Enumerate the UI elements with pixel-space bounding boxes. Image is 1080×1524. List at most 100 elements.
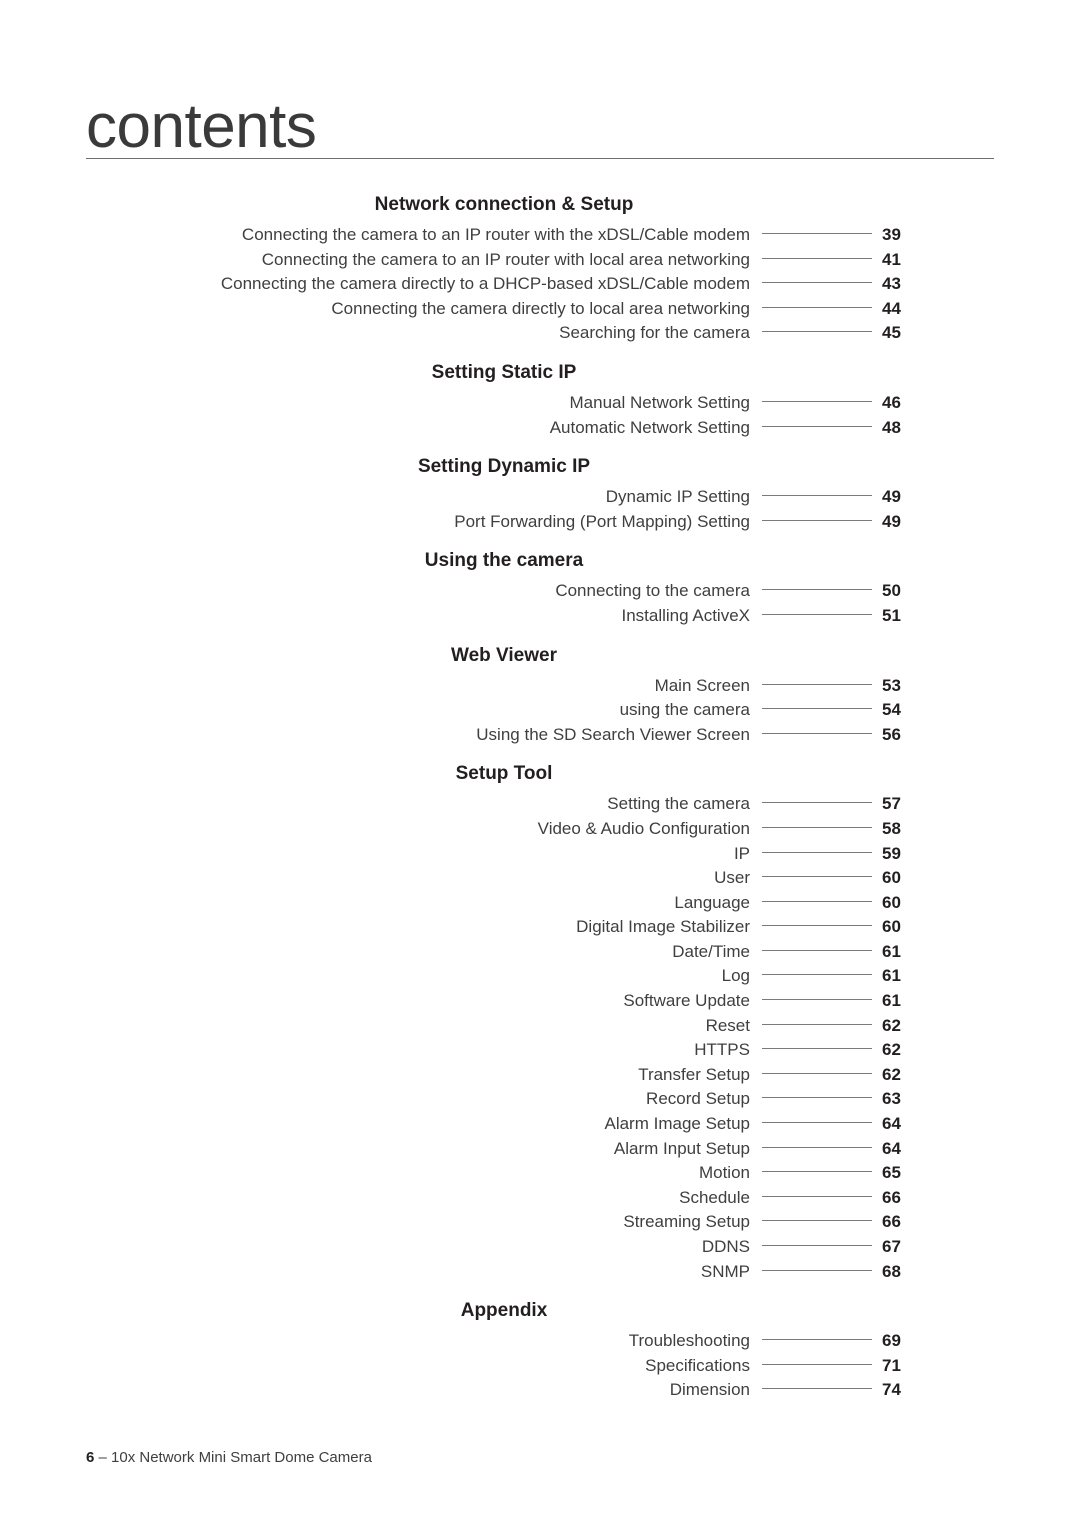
toc-leader-line [762,943,872,957]
toc-entry-page-number: 62 [882,1064,901,1084]
toc-entry-label: SNMP [700,1261,750,1281]
toc-entry[interactable]: Digital Image Stabilizer 60 [86,917,922,942]
toc-entry[interactable]: Software Update 61 [86,991,922,1016]
toc-entry[interactable]: Searching for the camera 45 [86,323,922,348]
toc-entry-page-number: 64 [882,1114,901,1134]
toc-entry-label: HTTPS [694,1040,750,1060]
toc-leader-line [762,419,872,433]
toc-entry-page-number: 45 [882,323,901,343]
toc-entry[interactable]: Language 60 [86,893,922,918]
toc-section-title: Setting Static IP [431,361,577,383]
toc-entry-page-number: 69 [882,1331,901,1351]
toc-entry[interactable]: SNMP 68 [86,1262,922,1287]
toc-leader-line [762,1238,872,1252]
toc-leader-line [762,513,872,527]
toc-section-title: Appendix [460,1300,548,1322]
toc-entry-label: using the camera [619,700,750,720]
toc-leader-line [762,1140,872,1154]
toc-entry[interactable]: DDNS 67 [86,1237,922,1262]
toc-leader-line [762,820,872,834]
toc-leader-line [762,1189,872,1203]
toc-entry[interactable]: Video & Audio Configuration 58 [86,819,922,844]
toc-entry[interactable]: Main Screen 53 [86,676,922,701]
toc-leader-line [762,1263,872,1277]
toc-section: Web Viewer Main Screen 53 using the camera 5… [86,631,994,750]
toc-leader-line [762,1332,872,1346]
toc-entry-label: User [714,868,750,888]
toc-entry[interactable]: Troubleshooting 69 [86,1331,922,1356]
toc-section: Appendix Troubleshooting 69 Specifications 7… [86,1286,994,1405]
toc-entry[interactable]: Setting the camera 57 [86,794,922,819]
toc-entry[interactable]: Manual Network Setting 46 [86,393,922,418]
toc-leader-line [762,1357,872,1371]
toc-entry[interactable]: Connecting the camera to an IP router wi… [86,225,922,250]
toc-entry-page-number: 64 [882,1138,901,1158]
toc-entry[interactable]: Using the SD Search Viewer Screen 56 [86,725,922,750]
toc-entry[interactable]: Schedule 66 [86,1188,922,1213]
toc-leader-line [762,701,872,715]
toc-entry[interactable]: Port Forwarding (Port Mapping) Setting 49 [86,512,922,537]
toc-entry[interactable]: Reset 62 [86,1016,922,1041]
toc-entry-label: Transfer Setup [638,1064,750,1084]
toc-entry-page-number: 44 [882,298,901,318]
toc-section-title: Setup Tool [455,763,553,785]
toc-entry[interactable]: using the camera 54 [86,700,922,725]
toc-leader-line [762,251,872,265]
toc-entry[interactable]: Transfer Setup 62 [86,1065,922,1090]
toc-entry-page-number: 61 [882,966,901,986]
toc-entry[interactable]: Dynamic IP Setting 49 [86,487,922,512]
toc-entry-page-number: 62 [882,1040,901,1060]
toc-entry-label: Port Forwarding (Port Mapping) Setting [454,511,750,531]
toc-entry-page-number: 63 [882,1089,901,1109]
toc-entry[interactable]: Date/Time 61 [86,942,922,967]
toc-entry-label: Setting the camera [607,794,750,814]
toc-entry[interactable]: Motion 65 [86,1163,922,1188]
toc-leader-line [762,1115,872,1129]
toc-entry[interactable]: Connecting to the camera 50 [86,581,922,606]
toc-entry-label: Connecting the camera to an IP router wi… [241,225,750,244]
toc-leader-line [762,918,872,932]
table-of-contents: Network connection & Setup Connecting the… [86,180,994,1405]
toc-entry-label: Connecting to the camera [555,581,750,601]
toc-entry[interactable]: Connecting the camera directly to a DHCP… [86,274,922,299]
toc-leader-line [762,869,872,883]
toc-entry-label: Connecting the camera directly to local … [331,298,750,318]
toc-entry[interactable]: Installing ActiveX 51 [86,606,922,631]
toc-entry[interactable]: HTTPS 62 [86,1040,922,1065]
toc-leader-line [762,1213,872,1227]
toc-leader-line [762,324,872,338]
toc-entry[interactable]: Record Setup 63 [86,1089,922,1114]
toc-leader-line [762,394,872,408]
toc-entry-page-number: 51 [882,605,901,625]
toc-section-title: Using the camera [424,550,584,572]
toc-entry[interactable]: Streaming Setup 66 [86,1212,922,1237]
toc-entry[interactable]: Alarm Image Setup 64 [86,1114,922,1139]
toc-section-title: Web Viewer [451,644,557,666]
toc-entry[interactable]: Specifications 71 [86,1356,922,1381]
toc-entry-label: Dynamic IP Setting [605,487,750,507]
toc-entry[interactable]: Alarm Input Setup 64 [86,1139,922,1164]
toc-entry-page-number: 56 [882,724,901,744]
toc-entry-page-number: 61 [882,941,901,961]
toc-entry[interactable]: Log 61 [86,966,922,991]
toc-entry-page-number: 71 [882,1355,901,1375]
page-footer: 6 – 10x Network Mini Smart Dome Camera [86,1449,372,1466]
toc-entry[interactable]: User 60 [86,868,922,893]
toc-entry-label: Connecting the camera to an IP router wi… [261,249,750,269]
toc-leader-line [762,677,872,691]
toc-leader-line [762,582,872,596]
toc-section: Network connection & Setup Connecting the… [86,180,994,348]
toc-entry[interactable]: Connecting the camera directly to local … [86,299,922,324]
toc-entry-page-number: 59 [882,843,901,863]
toc-leader-line [762,1066,872,1080]
toc-entry-label: Connecting the camera directly to a DHCP… [220,274,750,294]
page-title: contents [86,92,317,161]
toc-entry[interactable]: IP 59 [86,844,922,869]
toc-entry[interactable]: Connecting the camera to an IP router wi… [86,250,922,275]
toc-entry-label: Alarm Input Setup [613,1138,750,1158]
toc-entry[interactable]: Dimension 74 [86,1380,922,1405]
toc-leader-line [762,1090,872,1104]
toc-entry[interactable]: Automatic Network Setting 48 [86,418,922,443]
toc-entry-page-number: 60 [882,917,901,937]
footer-product-name: 10x Network Mini Smart Dome Camera [111,1449,372,1466]
